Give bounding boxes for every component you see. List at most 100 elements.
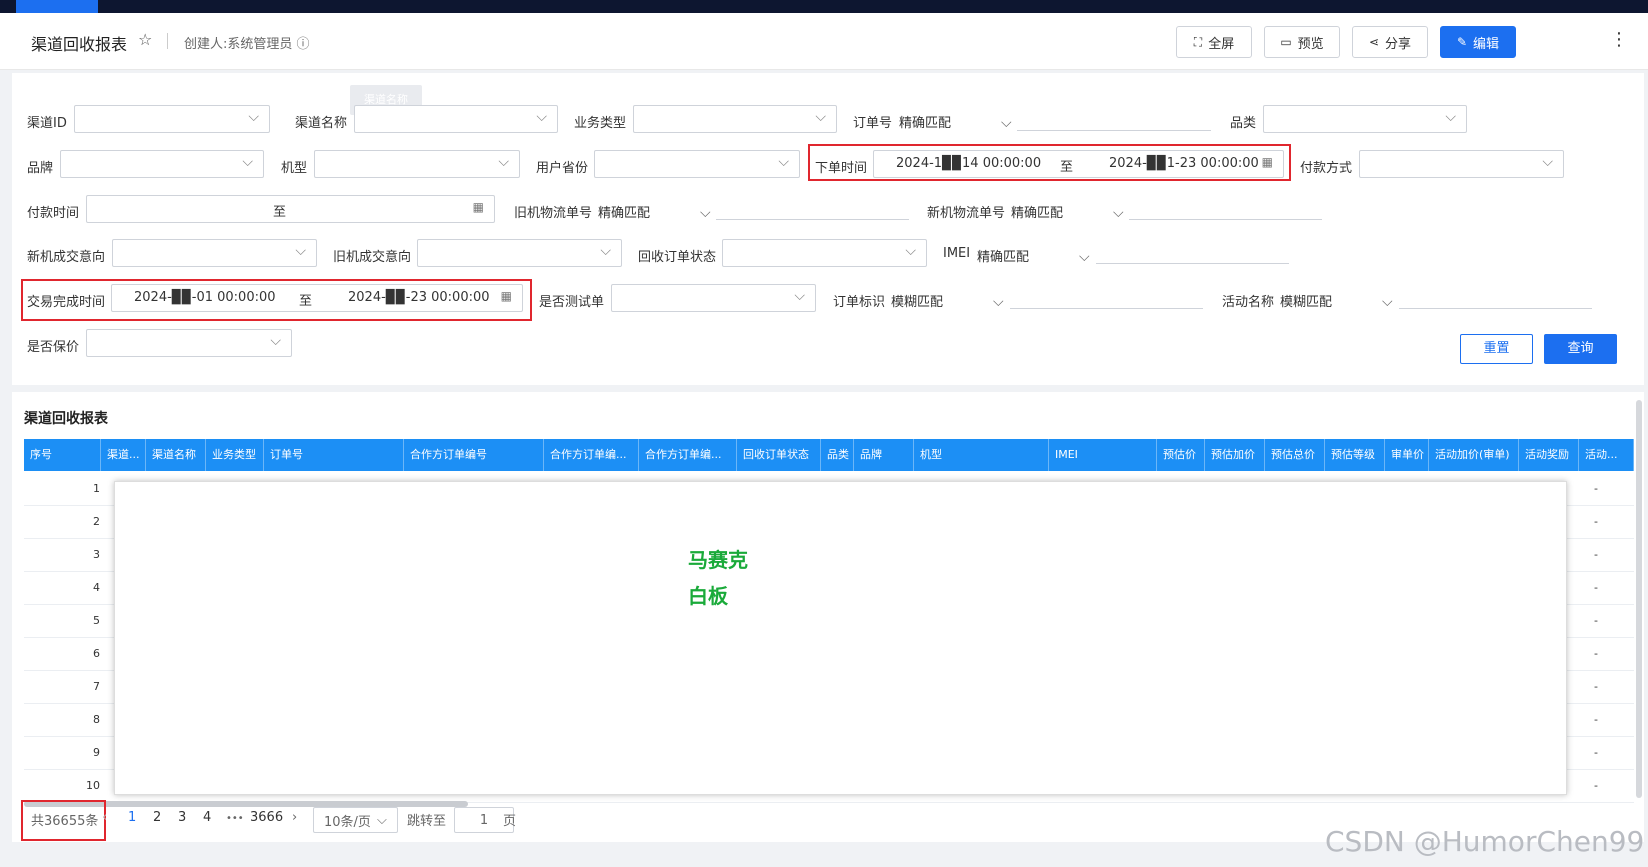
page-4[interactable]: 4: [203, 810, 211, 825]
preview-button[interactable]: ▭ 预览: [1264, 26, 1340, 58]
column-header[interactable]: 合作方订单编号: [404, 439, 544, 471]
column-header[interactable]: 合作方订单编...: [639, 439, 737, 471]
column-header[interactable]: 回收订单状态: [737, 439, 821, 471]
column-header[interactable]: 订单号: [264, 439, 404, 471]
column-header[interactable]: 预估等级: [1325, 439, 1385, 471]
recycle-status-select[interactable]: ⌵: [722, 239, 927, 267]
new-logistics-match-select[interactable]: 精确匹配 ⌵: [1011, 202, 1124, 221]
column-header[interactable]: 预估加价: [1205, 439, 1265, 471]
column-header[interactable]: 活动...: [1579, 439, 1634, 471]
is-test-select[interactable]: ⌵: [611, 284, 816, 312]
imei-label: IMEI: [943, 246, 971, 261]
channel-name-label: 渠道名称: [295, 116, 348, 131]
row-index: 10: [86, 779, 100, 792]
order-no-input[interactable]: [1017, 105, 1211, 131]
deal-time-from[interactable]: 2024-▉▉-01 00:00:00: [134, 290, 276, 305]
new-intent-select[interactable]: ⌵: [112, 239, 317, 267]
model-label: 机型: [281, 161, 308, 176]
chevron-down-icon: ⌵: [993, 294, 1004, 310]
fullscreen-button[interactable]: ⛶ 全屏: [1176, 26, 1252, 58]
column-header[interactable]: 活动加价(审单): [1429, 439, 1519, 471]
chevron-down-icon: ⌵: [1542, 154, 1553, 170]
order-time-range[interactable]: 2024-1▉▉14 00:00:00 至 2024-▉▉1-23 00:00:…: [873, 150, 1284, 178]
order-no-match-select[interactable]: 精确匹配 ⌵: [899, 112, 1012, 131]
new-logistics-input[interactable]: [1129, 194, 1322, 220]
next-page-icon[interactable]: ›: [292, 810, 297, 825]
column-header[interactable]: 渠道...: [101, 439, 146, 471]
column-header[interactable]: 品牌: [854, 439, 914, 471]
prev-page-icon[interactable]: ‹: [102, 810, 107, 825]
cell-value: -: [1594, 647, 1598, 660]
row-index: 7: [93, 680, 100, 693]
calendar-icon[interactable]: ▦: [501, 289, 512, 303]
insured-select[interactable]: ⌵: [86, 329, 292, 357]
channel-id-select[interactable]: ⌵: [74, 105, 270, 133]
model-select[interactable]: ⌵: [314, 150, 520, 178]
channel-id-label: 渠道ID: [27, 116, 67, 131]
order-tag-input[interactable]: [1010, 283, 1203, 309]
column-header[interactable]: 渠道名称: [146, 439, 206, 471]
share-button[interactable]: ⋖ 分享: [1352, 26, 1428, 58]
ellipsis-icon[interactable]: •••: [226, 813, 244, 824]
watermark-text: CSDN @HumorChen99: [1325, 825, 1645, 858]
category-label: 品类: [1230, 116, 1257, 131]
vertical-scrollbar[interactable]: [1636, 400, 1642, 798]
old-logistics-input[interactable]: [716, 194, 909, 220]
more-menu-icon[interactable]: ⋮: [1610, 29, 1628, 50]
chevron-down-icon: ⌵: [1079, 249, 1090, 265]
row-index: 1: [93, 482, 100, 495]
chevron-down-icon: ⌵: [700, 205, 711, 221]
column-header[interactable]: 预估总价: [1265, 439, 1325, 471]
pay-time-label: 付款时间: [27, 206, 80, 221]
deal-time-to[interactable]: 2024-▉▉-23 00:00:00: [348, 290, 490, 305]
imei-input[interactable]: [1096, 238, 1289, 264]
edit-button[interactable]: ✎ 编辑: [1440, 26, 1516, 58]
calendar-icon[interactable]: ▦: [473, 200, 484, 214]
column-header[interactable]: 合作方订单编...: [544, 439, 639, 471]
table-header: 序号 渠道... 渠道名称 业务类型 订单号 合作方订单编号 合作方订单编... 合作方订单编…: [24, 439, 1634, 471]
page-1[interactable]: 1: [128, 810, 136, 825]
deal-time-range[interactable]: 2024-▉▉-01 00:00:00 至 2024-▉▉-23 00:00:0…: [111, 284, 523, 312]
old-intent-select[interactable]: ⌵: [417, 239, 622, 267]
page-last[interactable]: 3666: [250, 810, 283, 825]
pagination-total: 共36655条: [31, 814, 99, 829]
order-tag-match-select[interactable]: 模糊匹配 ⌵: [891, 291, 1004, 310]
chevron-down-icon: ⌵: [905, 243, 916, 259]
pay-time-range[interactable]: 至 ▦: [86, 195, 495, 223]
column-header[interactable]: 业务类型: [206, 439, 264, 471]
page-size-select[interactable]: 10条/页 ⌵: [313, 807, 398, 833]
cell-value: -: [1594, 746, 1598, 759]
column-header[interactable]: 序号: [24, 439, 101, 471]
column-header[interactable]: 品类: [821, 439, 854, 471]
biz-type-select[interactable]: ⌵: [633, 105, 837, 133]
activity-name-input[interactable]: [1399, 283, 1592, 309]
column-header[interactable]: 活动奖励: [1519, 439, 1579, 471]
row-index: 4: [93, 581, 100, 594]
row-index: 6: [93, 647, 100, 660]
reset-button[interactable]: 重置: [1460, 334, 1533, 364]
column-header[interactable]: 审单价: [1385, 439, 1429, 471]
pay-method-select[interactable]: ⌵: [1359, 150, 1564, 178]
province-select[interactable]: ⌵: [594, 150, 800, 178]
page-3[interactable]: 3: [178, 810, 186, 825]
calendar-icon[interactable]: ▦: [1262, 155, 1273, 169]
old-logistics-match-select[interactable]: 精确匹配 ⌵: [598, 202, 711, 221]
page-header: 渠道回收报表 ☆ 创建人:系统管理员 ⓘ ⛶ 全屏 ▭ 预览 ⋖ 分享 ✎ 编辑 ⋮: [0, 13, 1648, 70]
cell-value: -: [1594, 614, 1598, 627]
star-icon[interactable]: ☆: [138, 30, 152, 49]
page-2[interactable]: 2: [153, 810, 161, 825]
activity-name-match-select[interactable]: 模糊匹配 ⌵: [1280, 291, 1393, 310]
column-header[interactable]: 预估价: [1157, 439, 1205, 471]
order-time-to[interactable]: 2024-▉▉1-23 00:00:00: [1109, 156, 1259, 171]
active-nav-tab[interactable]: [16, 0, 98, 13]
order-no-label: 订单号: [853, 116, 893, 131]
new-intent-label: 新机成交意向: [27, 250, 106, 265]
order-time-from[interactable]: 2024-1▉▉14 00:00:00: [896, 156, 1041, 171]
column-header[interactable]: 机型: [914, 439, 1049, 471]
imei-match-select[interactable]: 精确匹配 ⌵: [977, 246, 1090, 265]
column-header[interactable]: IMEI: [1049, 439, 1157, 471]
brand-select[interactable]: ⌵: [60, 150, 264, 178]
category-select[interactable]: ⌵: [1263, 105, 1467, 133]
channel-name-select[interactable]: ⌵: [354, 105, 558, 133]
query-button[interactable]: 查询: [1544, 334, 1617, 364]
